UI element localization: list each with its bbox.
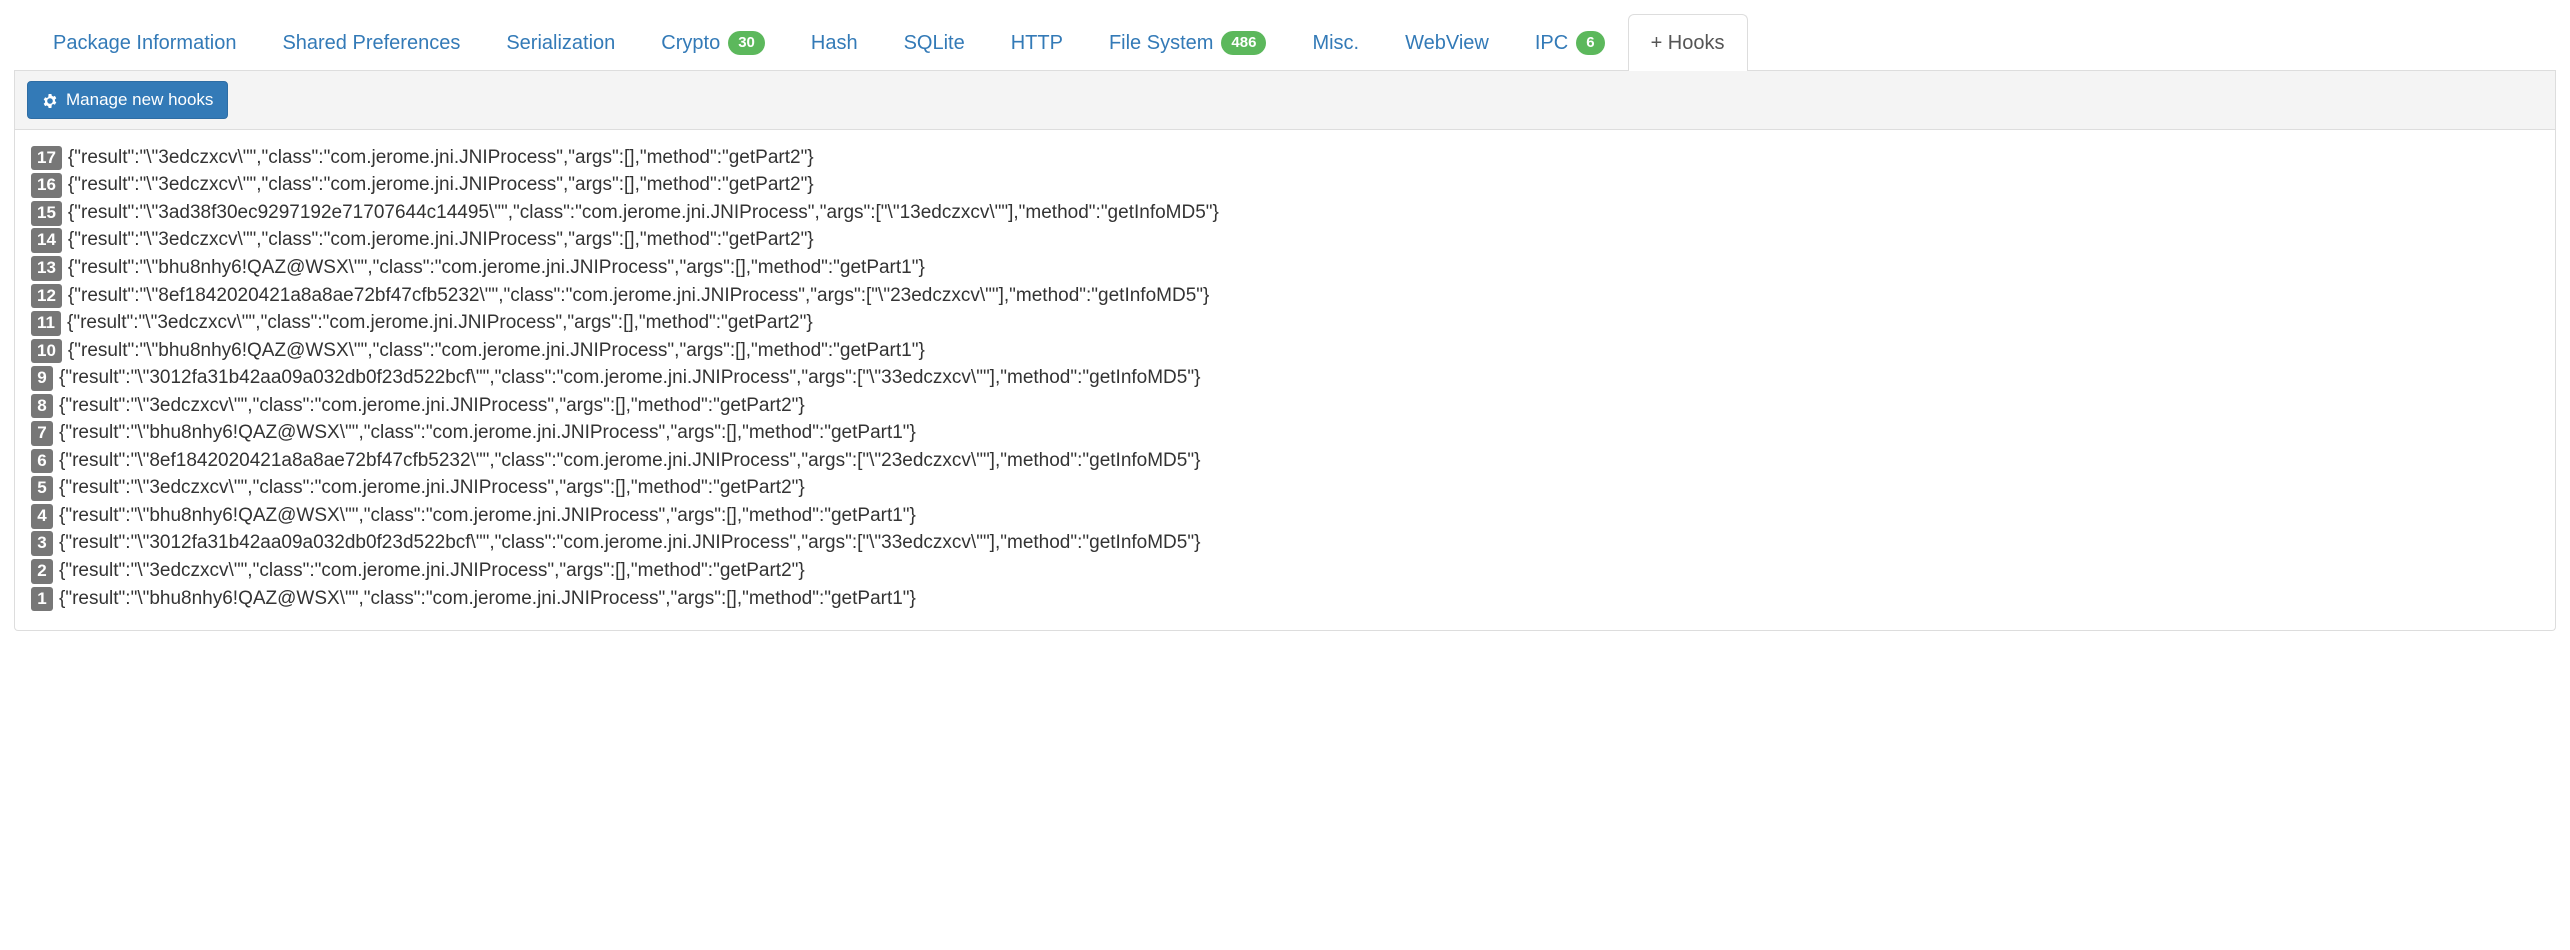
tab-label: + Hooks [1651,29,1725,57]
log-row-number: 13 [31,256,62,281]
manage-hooks-label: Manage new hooks [66,88,213,112]
log-row-number: 5 [31,476,53,501]
tab-label: Shared Preferences [282,29,460,57]
log-row-text: {"result":"\"bhu8nhy6!QAZ@WSX\"","class"… [59,419,916,447]
log-row: 5{"result":"\"3edczxcv\"","class":"com.j… [31,474,2539,502]
log-row: 3{"result":"\"3012fa31b42aa09a032db0f23d… [31,529,2539,557]
log-row-number: 11 [31,311,61,336]
log-row: 10{"result":"\"bhu8nhy6!QAZ@WSX\"","clas… [31,337,2539,365]
tab-sqlite[interactable]: SQLite [881,14,988,71]
hooks-panel: Manage new hooks 17{"result":"\"3edczxcv… [14,71,2556,631]
log-row-text: {"result":"\"3edczxcv\"","class":"com.je… [68,144,814,172]
log-row-text: {"result":"\"8ef1842020421a8a8ae72bf47cf… [68,282,1209,310]
log-row-text: {"result":"\"3edczxcv\"","class":"com.je… [59,392,805,420]
log-row-number: 10 [31,339,62,364]
tab-badge: 486 [1221,31,1266,55]
log-row-text: {"result":"\"3edczxcv\"","class":"com.je… [59,557,805,585]
tab-shared-preferences[interactable]: Shared Preferences [259,14,483,71]
log-row-text: {"result":"\"3edczxcv\"","class":"com.je… [67,309,813,337]
tab-hash[interactable]: Hash [788,14,881,71]
log-row: 14{"result":"\"3edczxcv\"","class":"com.… [31,226,2539,254]
log-row-number: 17 [31,146,62,171]
log-row-text: {"result":"\"3012fa31b42aa09a032db0f23d5… [59,529,1200,557]
gear-icon [42,92,58,108]
tab-label: WebView [1405,29,1489,57]
log-row-text: {"result":"\"8ef1842020421a8a8ae72bf47cf… [59,447,1200,475]
log-row: 17{"result":"\"3edczxcv\"","class":"com.… [31,144,2539,172]
tab-serialization[interactable]: Serialization [483,14,638,71]
log-row-number: 6 [31,449,53,474]
tab-label: Package Information [53,29,236,57]
log-row: 6{"result":"\"8ef1842020421a8a8ae72bf47c… [31,447,2539,475]
log-row-number: 3 [31,531,53,556]
log-row-number: 1 [31,587,53,612]
log-row-text: {"result":"\"3012fa31b42aa09a032db0f23d5… [59,364,1200,392]
log-row: 15{"result":"\"3ad38f30ec9297192e7170764… [31,199,2539,227]
tab-label: Misc. [1312,29,1359,57]
log-row-text: {"result":"\"bhu8nhy6!QAZ@WSX\"","class"… [59,585,916,613]
log-row-text: {"result":"\"bhu8nhy6!QAZ@WSX\"","class"… [59,502,916,530]
log-row-text: {"result":"\"3edczxcv\"","class":"com.je… [68,171,814,199]
tab-label: Crypto [661,29,720,57]
tab-http[interactable]: HTTP [988,14,1086,71]
tab-label: Serialization [506,29,615,57]
tab-file-system[interactable]: File System 486 [1086,14,1290,71]
log-row: 9{"result":"\"3012fa31b42aa09a032db0f23d… [31,364,2539,392]
tab-badge: 6 [1576,31,1604,55]
log-row: 7{"result":"\"bhu8nhy6!QAZ@WSX\"","class… [31,419,2539,447]
log-row-number: 16 [31,173,62,198]
manage-hooks-button[interactable]: Manage new hooks [27,81,228,119]
log-row-text: {"result":"\"3ad38f30ec9297192e71707644c… [68,199,1219,227]
log-row-number: 9 [31,366,53,391]
log-row-text: {"result":"\"bhu8nhy6!QAZ@WSX\"","class"… [68,337,925,365]
log-row-number: 4 [31,504,53,529]
hooks-log: 17{"result":"\"3edczxcv\"","class":"com.… [15,130,2555,630]
log-row: 11{"result":"\"3edczxcv\"","class":"com.… [31,309,2539,337]
tab-misc[interactable]: Misc. [1289,14,1382,71]
log-row: 16{"result":"\"3edczxcv\"","class":"com.… [31,171,2539,199]
log-row-number: 12 [31,284,62,309]
log-row: 1{"result":"\"bhu8nhy6!QAZ@WSX\"","class… [31,585,2539,613]
log-row-text: {"result":"\"bhu8nhy6!QAZ@WSX\"","class"… [68,254,925,282]
page-root: Package Information Shared Preferences Ser… [0,0,2570,655]
tab-label: Hash [811,29,858,57]
tab-package-information[interactable]: Package Information [30,14,259,71]
log-row-number: 14 [31,228,62,253]
tab-label: File System [1109,29,1213,57]
tab-ipc[interactable]: IPC 6 [1512,14,1628,71]
tab-label: SQLite [904,29,965,57]
log-row: 12{"result":"\"8ef1842020421a8a8ae72bf47… [31,282,2539,310]
log-row-number: 7 [31,421,53,446]
tab-crypto[interactable]: Crypto 30 [638,14,788,71]
tab-bar: Package Information Shared Preferences Ser… [14,14,2556,71]
log-row-number: 2 [31,559,53,584]
log-row-number: 8 [31,394,53,419]
tab-hooks[interactable]: + Hooks [1628,14,1748,71]
log-row-text: {"result":"\"3edczxcv\"","class":"com.je… [68,226,814,254]
log-row: 2{"result":"\"3edczxcv\"","class":"com.j… [31,557,2539,585]
log-row: 8{"result":"\"3edczxcv\"","class":"com.j… [31,392,2539,420]
tab-label: HTTP [1011,29,1063,57]
log-row-number: 15 [31,201,62,226]
log-row: 13{"result":"\"bhu8nhy6!QAZ@WSX\"","clas… [31,254,2539,282]
tab-badge: 30 [728,31,765,55]
tab-label: IPC [1535,29,1568,57]
tab-webview[interactable]: WebView [1382,14,1512,71]
panel-toolbar: Manage new hooks [15,71,2555,130]
log-row: 4{"result":"\"bhu8nhy6!QAZ@WSX\"","class… [31,502,2539,530]
log-row-text: {"result":"\"3edczxcv\"","class":"com.je… [59,474,805,502]
